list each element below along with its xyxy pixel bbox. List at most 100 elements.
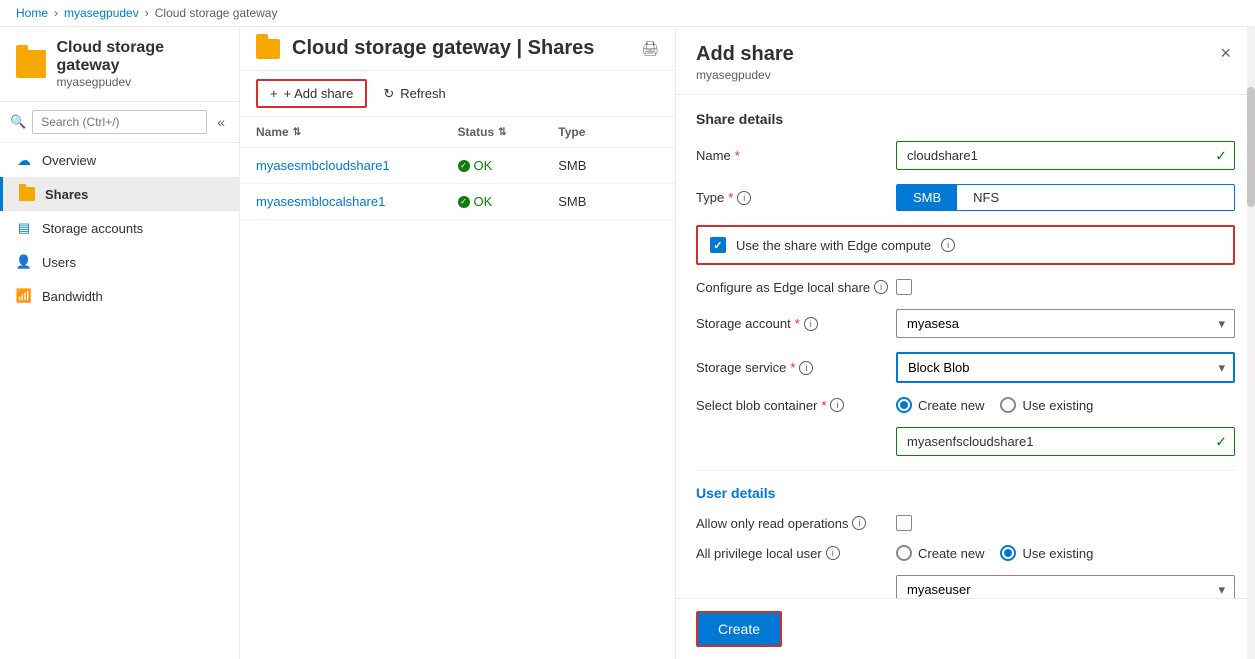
blob-container-row: Select blob container * i Create new — [696, 397, 1235, 413]
search-icon: 🔍 — [10, 114, 26, 130]
privilege-existing-radio-icon — [1000, 545, 1016, 561]
type-toggle: SMB NFS — [896, 184, 1235, 211]
user-details-title: User details — [696, 485, 1235, 501]
edge-local-checkbox[interactable] — [896, 279, 912, 295]
checkmark-icon: ✓ — [713, 239, 722, 252]
edge-local-label: Configure as Edge local share i — [696, 280, 896, 295]
main-panel: Cloud storage gateway | Shares 🖨 + + Add… — [240, 27, 675, 659]
name-required: * — [735, 148, 740, 163]
print-icon[interactable]: 🖨 — [641, 40, 659, 57]
privilege-info-icon[interactable]: i — [826, 546, 840, 560]
blob-container-radio-group: Create new Use existing — [896, 397, 1235, 413]
blob-create-new-radio[interactable]: Create new — [896, 397, 984, 413]
sidebar-item-storage[interactable]: ▤ Storage accounts — [0, 211, 239, 245]
edge-compute-checkbox[interactable]: ✓ — [710, 237, 726, 253]
user-select-wrapper: myaseuser — [896, 575, 1235, 598]
close-button[interactable]: × — [1216, 43, 1235, 64]
privilege-radio-group: Create new Use existing — [896, 545, 1235, 561]
storage-account-select[interactable]: myasesa — [896, 309, 1235, 338]
storage-account-info-icon[interactable]: i — [804, 317, 818, 331]
user-select[interactable]: myaseuser — [896, 575, 1235, 598]
resource-subtitle: myasegpudev — [56, 75, 223, 89]
storage-service-info-icon[interactable]: i — [799, 361, 813, 375]
type-smb-button[interactable]: SMB — [897, 185, 957, 210]
read-only-checkbox[interactable] — [896, 515, 912, 531]
share-link-2[interactable]: myasesmblocalshare1 — [256, 194, 385, 209]
blob-container-label: Select blob container * i — [696, 398, 896, 413]
storage-icon: ▤ — [16, 220, 32, 236]
refresh-button[interactable]: ↻ Refresh — [383, 86, 445, 102]
sidebar-item-label-shares: Shares — [45, 187, 88, 202]
toolbar: + + Add share ↻ Refresh — [240, 71, 675, 117]
sidebar: Cloud storage gateway myasegpudev 🔍 « ☁ … — [0, 27, 240, 659]
storage-service-label: Storage service * i — [696, 360, 896, 375]
create-new-radio-label: Create new — [918, 398, 984, 413]
blob-container-valid-icon: ✓ — [1215, 433, 1227, 450]
blob-container-value-row: ✓ — [696, 427, 1235, 456]
breadcrumb: Home › myasegpudev › Cloud storage gatew… — [0, 0, 1255, 27]
search-input[interactable] — [32, 110, 207, 134]
add-share-button[interactable]: + + Add share — [256, 79, 367, 108]
table-row[interactable]: myasesmblocalshare1 ✓ OK SMB — [240, 184, 675, 220]
status-ok-icon-1: ✓ — [458, 160, 470, 172]
section-divider — [696, 470, 1235, 471]
blob-container-input[interactable] — [896, 427, 1235, 456]
read-only-info-icon[interactable]: i — [852, 516, 866, 530]
name-row: Name * ✓ — [696, 141, 1235, 170]
folder-icon — [19, 186, 35, 202]
edge-local-info-icon[interactable]: i — [874, 280, 888, 294]
read-only-checkbox-wrapper — [896, 515, 1235, 531]
sidebar-item-label-users: Users — [42, 255, 76, 270]
collapse-icon[interactable]: « — [213, 112, 229, 132]
blob-container-input-wrapper: ✓ — [896, 427, 1235, 456]
row-type-2: SMB — [558, 194, 659, 209]
storage-account-wrapper: myasesa — [896, 309, 1235, 338]
share-link-1[interactable]: myasesmbcloudshare1 — [256, 158, 390, 173]
type-info-icon[interactable]: i — [737, 191, 751, 205]
refresh-label: Refresh — [400, 86, 446, 101]
privilege-existing-label: Use existing — [1022, 546, 1093, 561]
blob-container-info-icon[interactable]: i — [830, 398, 844, 412]
privilege-row: All privilege local user i Create new Us… — [696, 545, 1235, 561]
scrollbar-thumb[interactable] — [1247, 87, 1255, 207]
privilege-create-radio-icon — [896, 545, 912, 561]
sort-icon-status[interactable]: ⇅ — [498, 127, 506, 138]
users-icon: 👤 — [16, 254, 32, 270]
breadcrumb-resource-group[interactable]: myasegpudev — [64, 6, 139, 20]
name-label: Name * — [696, 148, 896, 163]
page-title: Cloud storage gateway | Shares — [292, 37, 629, 60]
read-only-row: Allow only read operations i — [696, 515, 1235, 531]
col-header-type: Type — [558, 125, 659, 139]
blob-use-existing-radio[interactable]: Use existing — [1000, 397, 1093, 413]
table-row[interactable]: myasesmbcloudshare1 ✓ OK SMB — [240, 148, 675, 184]
create-button[interactable]: Create — [696, 611, 782, 647]
blob-container-radios: Create new Use existing — [896, 397, 1235, 413]
privilege-use-existing-radio[interactable]: Use existing — [1000, 545, 1093, 561]
name-input[interactable] — [896, 141, 1235, 170]
use-existing-radio-icon — [1000, 397, 1016, 413]
sidebar-item-overview[interactable]: ☁ Overview — [0, 143, 239, 177]
breadcrumb-home[interactable]: Home — [16, 6, 48, 20]
row-status-2: ✓ OK — [458, 194, 559, 209]
privilege-create-label: Create new — [918, 546, 984, 561]
scrollbar-track[interactable] — [1247, 27, 1255, 659]
sort-icon-name[interactable]: ⇅ — [293, 127, 301, 138]
resource-header: Cloud storage gateway myasegpudev — [0, 27, 239, 102]
sidebar-item-users[interactable]: 👤 Users — [0, 245, 239, 279]
type-row: Type * i SMB NFS — [696, 184, 1235, 211]
sidebar-item-shares[interactable]: Shares — [0, 177, 239, 211]
type-required: * — [728, 190, 733, 205]
storage-service-select[interactable]: Block Blob — [896, 352, 1235, 383]
row-status-1: ✓ OK — [458, 158, 559, 173]
plus-icon: + — [270, 86, 278, 101]
panel-folder-icon — [256, 39, 280, 59]
privilege-create-new-radio[interactable]: Create new — [896, 545, 984, 561]
add-share-title: Add share — [696, 43, 794, 66]
app-container: Home › myasegpudev › Cloud storage gatew… — [0, 0, 1255, 659]
add-share-header: Add share myasegpudev × — [676, 27, 1255, 95]
create-new-radio-icon — [896, 397, 912, 413]
sidebar-item-bandwidth[interactable]: 📶 Bandwidth — [0, 279, 239, 313]
search-box: 🔍 « — [0, 102, 239, 143]
edge-compute-info-icon[interactable]: i — [941, 238, 955, 252]
type-nfs-button[interactable]: NFS — [957, 185, 1015, 210]
